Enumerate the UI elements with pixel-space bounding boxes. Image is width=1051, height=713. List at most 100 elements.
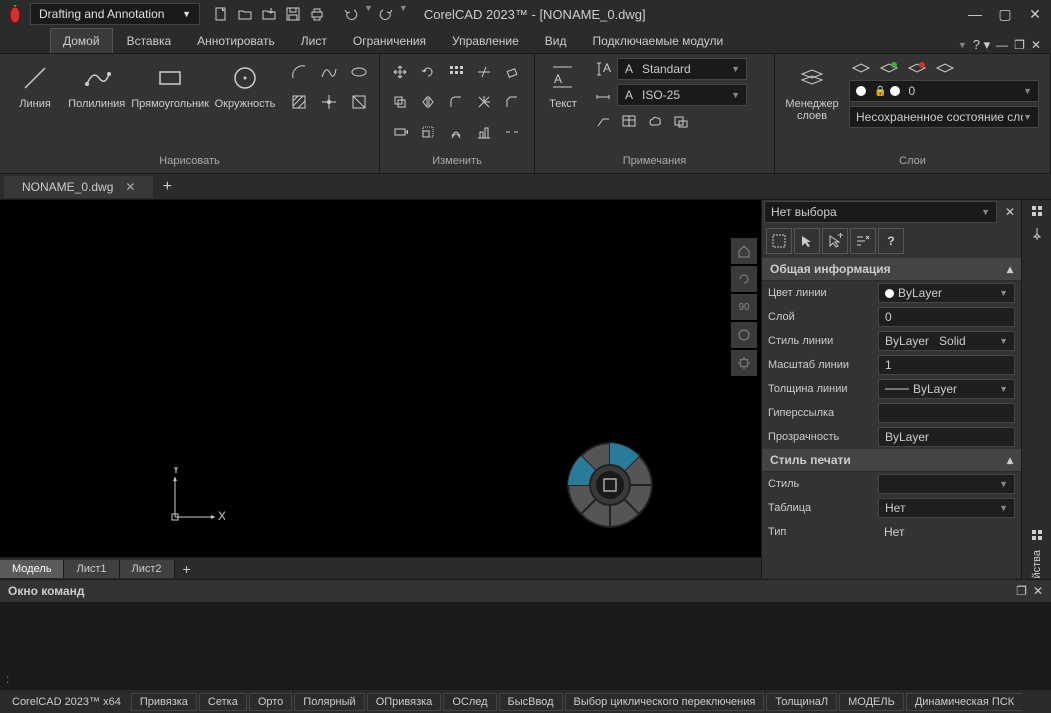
tab-model[interactable]: Модель xyxy=(0,560,64,578)
help-icon[interactable]: ? ▾ xyxy=(973,37,990,53)
circle-button[interactable]: Окружность xyxy=(213,58,277,153)
polyline-button[interactable]: Полилиния xyxy=(66,58,127,153)
trim-icon[interactable] xyxy=(470,58,498,86)
vp-settings-icon[interactable] xyxy=(731,350,757,376)
print-icon[interactable] xyxy=(306,3,328,25)
sb-otrace[interactable]: ОСлед xyxy=(443,693,496,711)
mirror-icon[interactable] xyxy=(414,88,442,116)
plot-style-select[interactable]: ▼ xyxy=(878,474,1015,494)
radial-menu[interactable] xyxy=(560,435,660,535)
break-icon[interactable] xyxy=(498,118,526,146)
pick-add-icon[interactable]: + xyxy=(822,228,848,254)
spline-icon[interactable] xyxy=(315,58,343,86)
layer-select[interactable]: 🔒0▼ xyxy=(849,80,1039,102)
vp-90-button[interactable]: 90 xyxy=(731,294,757,320)
tab-view[interactable]: Вид xyxy=(533,29,579,53)
sb-snap[interactable]: Привязка xyxy=(131,693,197,711)
dim-vert-icon[interactable]: A xyxy=(591,58,615,80)
command-prompt[interactable]: : xyxy=(0,669,1051,689)
tab-plugins[interactable]: Подключаемые модули xyxy=(580,29,735,53)
layer-mgr-button[interactable]: Менеджер слоев xyxy=(781,58,843,153)
rail-grid-icon[interactable] xyxy=(1026,528,1048,542)
save-icon[interactable] xyxy=(282,3,304,25)
erase-icon[interactable] xyxy=(498,58,526,86)
dim-style-select[interactable]: AISO-25▼ xyxy=(617,84,747,106)
offset-icon[interactable] xyxy=(442,118,470,146)
line-style-select[interactable]: ByLayer Solid▼ xyxy=(878,331,1015,351)
redo-icon[interactable] xyxy=(375,3,397,25)
sb-grid[interactable]: Сетка xyxy=(199,693,247,711)
stretch-icon[interactable] xyxy=(386,118,414,146)
tab-sheet1[interactable]: Лист1 xyxy=(64,560,119,578)
vp-home-icon[interactable] xyxy=(731,238,757,264)
section-plot[interactable]: Стиль печати▴ xyxy=(762,449,1021,472)
tab-manage[interactable]: Управление xyxy=(440,29,531,53)
add-tab-button[interactable]: + xyxy=(155,175,179,199)
layer-value[interactable]: 0 xyxy=(878,307,1015,327)
open-icon[interactable] xyxy=(234,3,256,25)
tabs-overflow[interactable]: ▼ xyxy=(958,40,967,50)
point-icon[interactable] xyxy=(315,88,343,116)
line-weight-select[interactable]: ByLayer▼ xyxy=(878,379,1015,399)
props-help-icon[interactable]: ? xyxy=(878,228,904,254)
annot-more-icon[interactable] xyxy=(669,110,693,132)
copy-icon[interactable] xyxy=(386,88,414,116)
text-style-select[interactable]: AStandard▼ xyxy=(617,58,747,80)
undo-dropdown[interactable]: ▼ xyxy=(364,3,373,25)
dim-linear-icon[interactable] xyxy=(591,84,615,106)
tab-sheet2[interactable]: Лист2 xyxy=(120,560,175,578)
table-icon[interactable] xyxy=(617,110,641,132)
layer-icon-1[interactable] xyxy=(851,60,871,76)
sb-dynucs[interactable]: Динамическая ПСК xyxy=(906,693,1022,711)
rectangle-button[interactable]: Прямоугольник xyxy=(129,58,211,153)
ellipse-icon[interactable] xyxy=(345,58,373,86)
tab-home[interactable]: Домой xyxy=(50,28,113,53)
vp-rotate-icon[interactable] xyxy=(731,266,757,292)
doc-minimize-icon[interactable]: — xyxy=(996,38,1008,52)
arc-icon[interactable] xyxy=(285,58,313,86)
cloud-icon[interactable] xyxy=(643,110,667,132)
fillet-icon[interactable] xyxy=(442,88,470,116)
add-sheet-button[interactable]: + xyxy=(175,558,199,580)
sb-model[interactable]: МОДЕЛЬ xyxy=(839,693,904,711)
minimize-button[interactable]: — xyxy=(963,5,987,23)
region-icon[interactable] xyxy=(345,88,373,116)
drawing-canvas[interactable]: 90 xyxy=(0,200,761,557)
cmdwin-close-icon[interactable]: ✕ xyxy=(1033,584,1043,598)
sb-qinput[interactable]: БысВвод xyxy=(499,693,563,711)
chamfer-icon[interactable] xyxy=(498,88,526,116)
vp-orbit-icon[interactable] xyxy=(731,322,757,348)
doc-close-icon[interactable]: ✕ xyxy=(1031,38,1041,52)
tab-sheet[interactable]: Лист xyxy=(289,29,339,53)
move-icon[interactable] xyxy=(386,58,414,86)
sb-lweight[interactable]: ТолщинаЛ xyxy=(766,693,837,711)
scale-icon[interactable] xyxy=(414,118,442,146)
rail-pin-icon[interactable] xyxy=(1026,204,1048,218)
sb-ortho[interactable]: Орто xyxy=(249,693,292,711)
tab-insert[interactable]: Вставка xyxy=(115,29,184,53)
leader-icon[interactable] xyxy=(591,110,615,132)
quick-calc-icon[interactable] xyxy=(850,228,876,254)
sb-cycle[interactable]: Выбор циклического переключения xyxy=(565,693,765,711)
array-icon[interactable] xyxy=(442,58,470,86)
document-tab[interactable]: NONAME_0.dwg✕ xyxy=(4,176,153,198)
pick-arrow-icon[interactable] xyxy=(794,228,820,254)
props-close-icon[interactable]: ✕ xyxy=(999,205,1021,219)
close-tab-icon[interactable]: ✕ xyxy=(125,180,135,194)
close-button[interactable]: ✕ xyxy=(1023,5,1047,23)
layer-state-select[interactable]: Несохраненное состояние слоев▼ xyxy=(849,106,1039,128)
cmdwin-restore-icon[interactable]: ❐ xyxy=(1016,584,1027,598)
new-icon[interactable] xyxy=(210,3,232,25)
line-scale-input[interactable]: 1 xyxy=(878,355,1015,375)
sb-osnap[interactable]: ОПривязка xyxy=(367,693,442,711)
undo-icon[interactable] xyxy=(340,3,362,25)
transparency-value[interactable]: ByLayer xyxy=(878,427,1015,447)
redo-dropdown[interactable]: ▼ xyxy=(399,3,408,25)
selection-filter[interactable]: Нет выбора▼ xyxy=(764,201,997,223)
hatch-icon[interactable] xyxy=(285,88,313,116)
rail-properties-label[interactable]: Свойства xyxy=(1031,550,1043,579)
doc-restore-icon[interactable]: ❐ xyxy=(1014,38,1025,52)
tab-annotate[interactable]: Аннотировать xyxy=(185,29,287,53)
layer-icon-3[interactable] xyxy=(907,60,927,76)
line-color-select[interactable]: ByLayer▼ xyxy=(878,283,1015,303)
